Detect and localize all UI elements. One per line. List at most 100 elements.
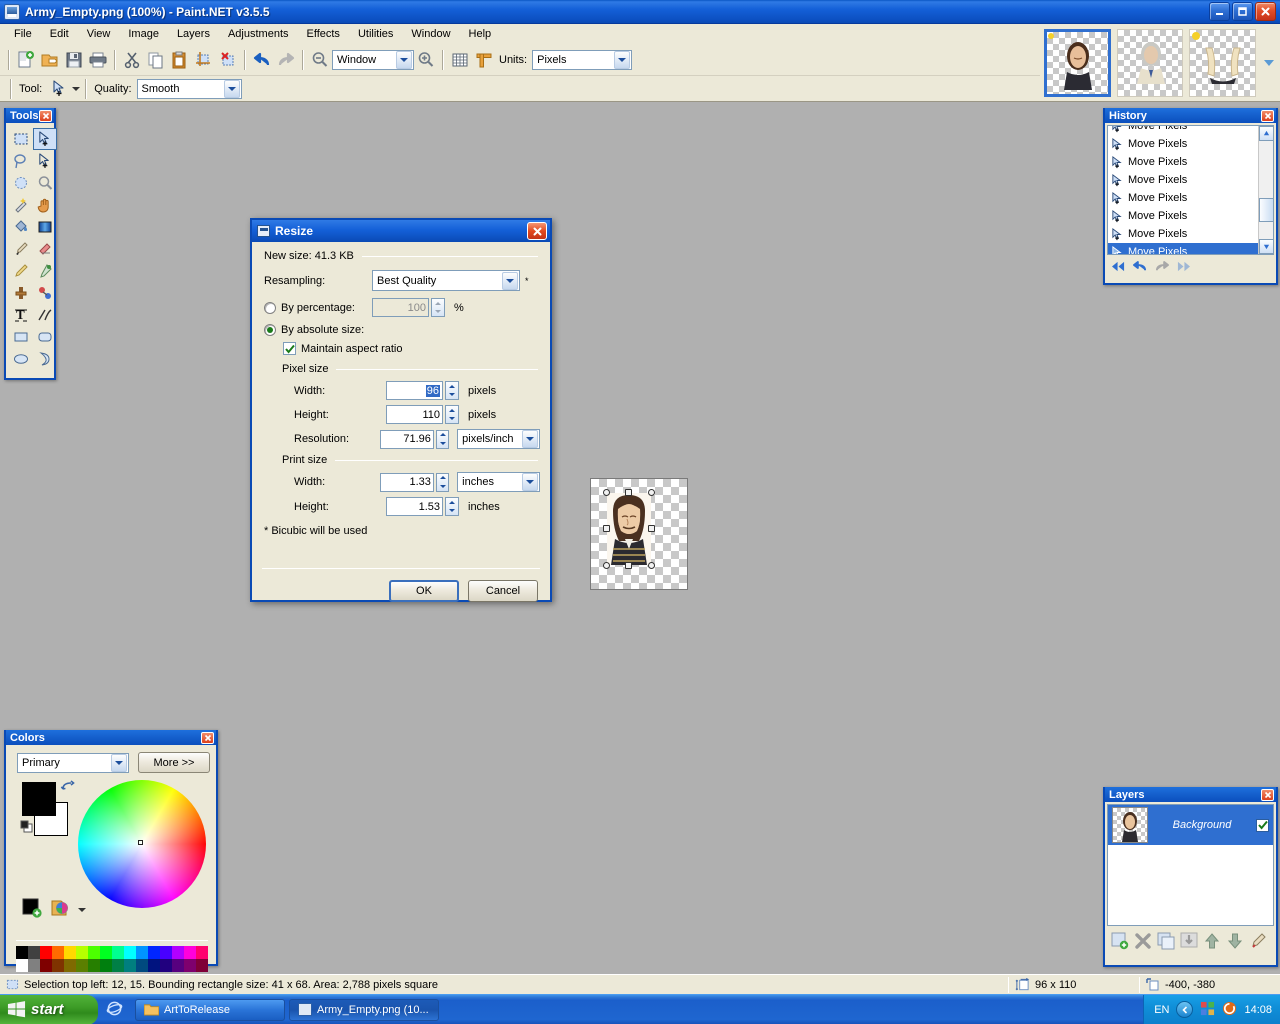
start-button[interactable]: start xyxy=(0,995,98,1024)
document-canvas[interactable] xyxy=(590,478,688,590)
history-list[interactable]: Move Pixels Move Pixels Move Pixels Move… xyxy=(1107,125,1274,255)
print-icon[interactable] xyxy=(86,48,110,72)
palette-swatch[interactable] xyxy=(160,946,172,959)
history-scrollbar[interactable] xyxy=(1258,126,1273,254)
menu-item-file[interactable]: File xyxy=(5,26,41,42)
color-palette[interactable] xyxy=(6,941,216,972)
zoom-level-combo[interactable]: Window xyxy=(332,50,414,70)
cut-icon[interactable] xyxy=(120,48,144,72)
history-item[interactable]: Move Pixels xyxy=(1108,125,1258,135)
selection-handle-s[interactable] xyxy=(625,562,632,569)
selection-handle-e[interactable] xyxy=(648,525,655,532)
selection-handle-nw[interactable] xyxy=(603,489,610,496)
palette-swatch[interactable] xyxy=(64,946,76,959)
palette-swatch[interactable] xyxy=(112,959,124,972)
scrollbar-thumb[interactable] xyxy=(1259,198,1274,222)
palette-swatch[interactable] xyxy=(148,959,160,972)
palette-swatch[interactable] xyxy=(172,946,184,959)
palette-swatch[interactable] xyxy=(196,959,208,972)
clock[interactable]: 14:08 xyxy=(1244,1004,1272,1016)
pan-tool[interactable] xyxy=(33,194,57,216)
spin-down-icon[interactable] xyxy=(446,415,458,424)
orange-app-icon[interactable] xyxy=(1222,1001,1237,1019)
grid-icon[interactable] xyxy=(448,48,472,72)
close-icon[interactable] xyxy=(1261,789,1274,801)
palette-swatch[interactable] xyxy=(124,959,136,972)
paintbrush-tool[interactable] xyxy=(9,238,33,260)
palette-swatch[interactable] xyxy=(16,946,28,959)
forward-to-end-icon[interactable] xyxy=(1176,260,1191,276)
palette-swatch[interactable] xyxy=(136,959,148,972)
folder-window-task[interactable]: ArtToRelease xyxy=(135,999,285,1021)
palette-swatch[interactable] xyxy=(40,959,52,972)
duplicate-layer-icon[interactable] xyxy=(1157,932,1175,953)
selection-handle-se[interactable] xyxy=(648,562,655,569)
palette-swatch[interactable] xyxy=(172,959,184,972)
paintdotnet-task[interactable]: Army_Empty.png (10... xyxy=(289,999,439,1021)
close-icon[interactable] xyxy=(39,110,52,122)
more-button[interactable]: More >> xyxy=(138,752,210,773)
resolution-input[interactable]: 71.96 xyxy=(380,430,434,449)
copy-icon[interactable] xyxy=(144,48,168,72)
palette-swatch[interactable] xyxy=(100,946,112,959)
cancel-button[interactable]: Cancel xyxy=(468,580,538,602)
chevron-down-icon[interactable] xyxy=(224,80,240,98)
palette-swatch[interactable] xyxy=(28,959,40,972)
open-icon[interactable] xyxy=(38,48,62,72)
chevron-down-icon[interactable] xyxy=(78,908,86,912)
delete-layer-icon[interactable] xyxy=(1134,932,1152,953)
spin-up-icon[interactable] xyxy=(437,474,448,483)
spin-down-icon[interactable] xyxy=(446,507,458,516)
palette-swatch[interactable] xyxy=(196,946,208,959)
chevron-down-icon[interactable] xyxy=(111,754,127,772)
thumb-army-empty[interactable] xyxy=(1044,29,1111,97)
rectangle-shape-tool[interactable] xyxy=(9,326,33,348)
zoom-in-icon[interactable] xyxy=(414,48,438,72)
palette-swatch[interactable] xyxy=(124,946,136,959)
rectangle-select-tool[interactable] xyxy=(9,128,33,150)
minimize-button[interactable] xyxy=(1209,2,1230,21)
show-hidden-icons-icon[interactable] xyxy=(1176,1001,1193,1018)
add-layer-icon[interactable] xyxy=(1111,932,1129,953)
by-percentage-radio[interactable] xyxy=(264,302,276,314)
tool-dropdown-arrow[interactable] xyxy=(71,87,81,91)
zoom-out-icon[interactable] xyxy=(308,48,332,72)
ellipse-shape-tool[interactable] xyxy=(9,348,33,370)
palette-swatch[interactable] xyxy=(52,946,64,959)
add-color-icon[interactable] xyxy=(22,898,42,921)
pixel-width-spinner[interactable] xyxy=(445,381,459,400)
history-item[interactable]: Move Pixels xyxy=(1108,207,1258,225)
internet-explorer-icon[interactable] xyxy=(106,1000,123,1020)
close-icon[interactable] xyxy=(1261,110,1274,122)
clone-stamp-tool[interactable] xyxy=(9,282,33,304)
thumb-pieces[interactable] xyxy=(1189,29,1256,97)
move-selected-pixels-icon[interactable] xyxy=(47,77,71,101)
close-icon[interactable] xyxy=(527,222,547,240)
paste-icon[interactable] xyxy=(168,48,192,72)
print-width-unit-combo[interactable]: inches xyxy=(457,472,540,492)
palette-row-light[interactable] xyxy=(16,946,216,959)
spin-down-icon[interactable] xyxy=(437,439,448,448)
undo-icon[interactable] xyxy=(250,48,274,72)
undo-icon[interactable] xyxy=(1132,260,1148,276)
palette-swatch[interactable] xyxy=(28,946,40,959)
palette-swatch[interactable] xyxy=(112,946,124,959)
zoom-tool[interactable] xyxy=(33,172,57,194)
menu-item-utilities[interactable]: Utilities xyxy=(349,26,402,42)
spin-down-icon[interactable] xyxy=(437,482,448,491)
rounded-rectangle-shape-tool[interactable] xyxy=(33,326,57,348)
color-mode-combo[interactable]: Primary xyxy=(17,753,129,773)
maximize-button[interactable] xyxy=(1232,2,1253,21)
thumb-portrait-2[interactable] xyxy=(1117,29,1184,97)
scroll-down-button[interactable] xyxy=(1259,239,1274,254)
history-item[interactable]: Move Pixels xyxy=(1108,225,1258,243)
palette-swatch[interactable] xyxy=(148,946,160,959)
deselect-icon[interactable] xyxy=(216,48,240,72)
percentage-spinner[interactable] xyxy=(431,298,445,317)
color-wheel[interactable] xyxy=(78,780,206,908)
rewind-to-start-icon[interactable] xyxy=(1111,260,1126,276)
palette-swatch[interactable] xyxy=(88,959,100,972)
primary-color-swatch[interactable] xyxy=(22,782,56,816)
recolor-tool[interactable] xyxy=(33,282,57,304)
paint-bucket-tool[interactable] xyxy=(9,216,33,238)
